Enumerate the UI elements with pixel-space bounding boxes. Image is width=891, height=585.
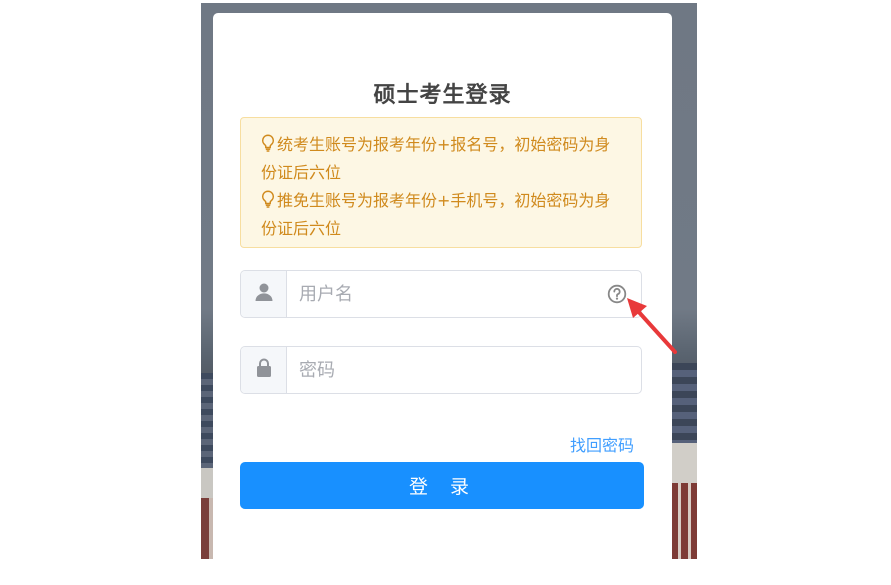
page-title: 硕士考生登录 <box>373 83 512 108</box>
login-button[interactable]: 登 录 <box>240 462 644 509</box>
user-icon <box>254 282 274 306</box>
lightbulb-icon <box>261 133 275 152</box>
username-input[interactable] <box>287 271 593 317</box>
background-building-right <box>671 363 697 559</box>
lightbulb-icon <box>261 189 275 208</box>
lock-icon <box>255 358 273 382</box>
notice-line-2: 推免生账号为报考年份+手机号，初始密码为身份证后六位 <box>261 187 625 243</box>
password-input[interactable] <box>287 347 641 393</box>
login-notice: 统考生账号为报考年份+报名号，初始密码为身份证后六位 推免生账号为报考年份+手机… <box>240 117 642 248</box>
username-field <box>240 270 642 318</box>
username-addon <box>241 271 287 317</box>
password-field <box>240 346 642 394</box>
notice-line-1: 统考生账号为报考年份+报名号，初始密码为身份证后六位 <box>261 131 625 187</box>
login-card: 硕士考生登录 统考生账号为报考年份+报名号，初始密码为身份证后六位 推免生账号为… <box>213 13 672 585</box>
password-addon <box>241 347 287 393</box>
annotation-arrow <box>627 298 677 354</box>
forgot-password-link[interactable]: 找回密码 <box>570 432 634 456</box>
notice-text-1: 统考生账号为报考年份+报名号，初始密码为身份证后六位 <box>261 135 611 182</box>
notice-text-2: 推免生账号为报考年份+手机号，初始密码为身份证后六位 <box>261 191 611 238</box>
